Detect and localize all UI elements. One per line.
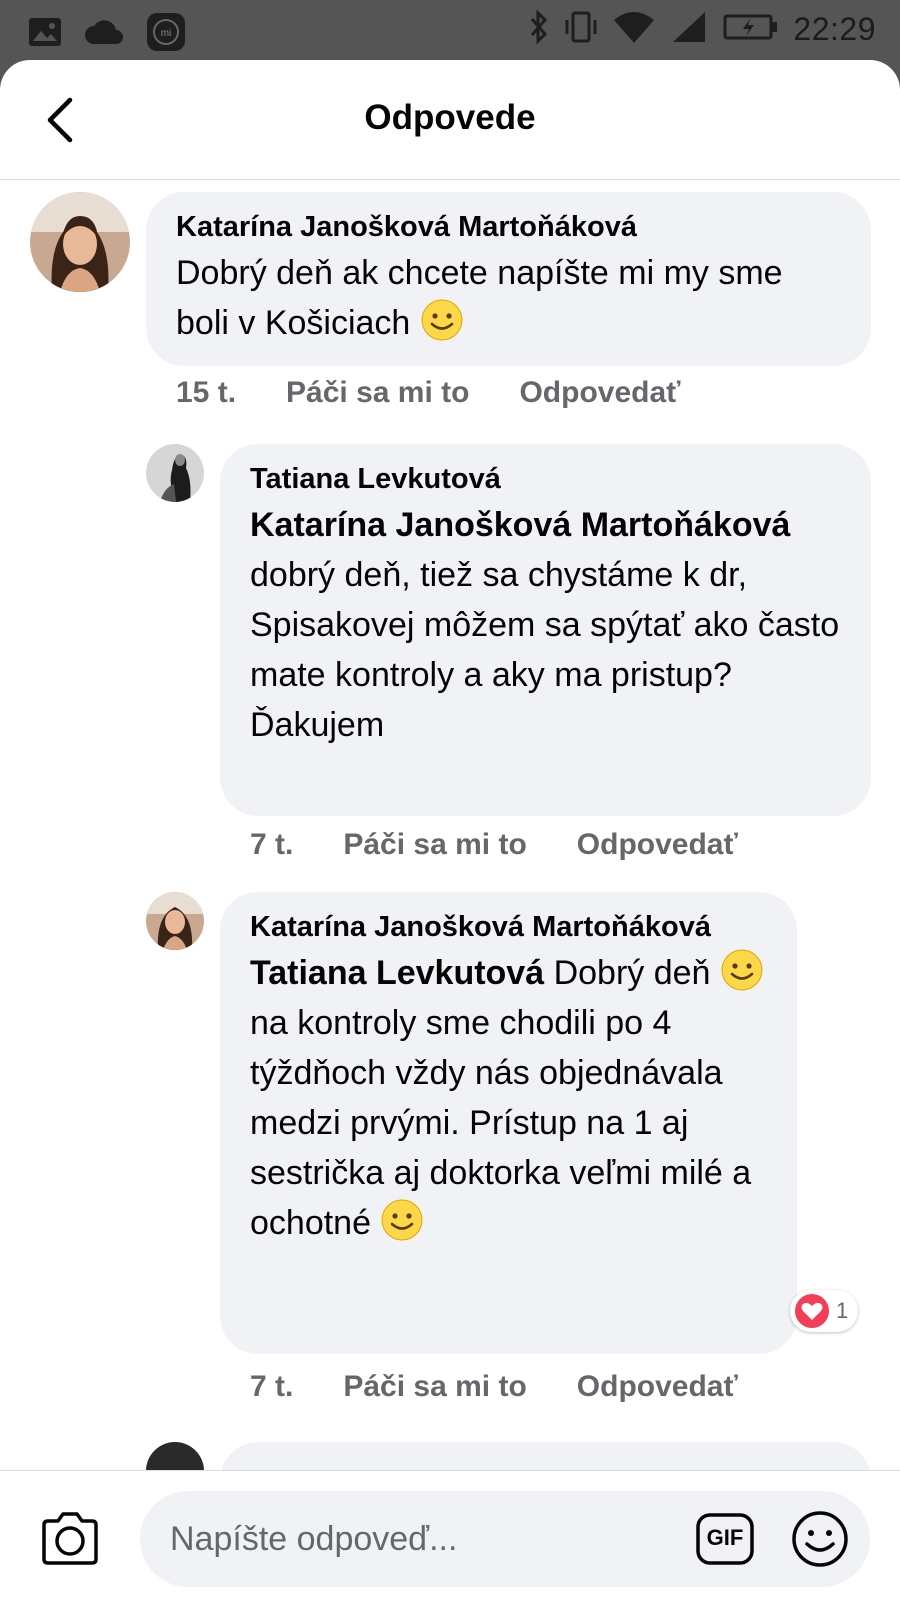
comment-text: Dobrý deň ak chcete napíšte mi my sme bo… — [176, 254, 783, 342]
comment-bubble: Katarína Janošková Martoňáková Tatiana L… — [220, 892, 797, 1354]
clock: 22:29 — [793, 11, 876, 47]
replies-sheet: Odpovede Katarína Janošková Martoňáková … — [0, 60, 900, 1600]
comment-text: Tatiana Levkutová Dobrý deň na kontroly … — [250, 948, 767, 1248]
comment-author[interactable]: Katarína Janošková Martoňáková — [250, 910, 767, 944]
emoji-button[interactable] — [790, 1509, 850, 1569]
comment-actions: 15 t. Páči sa mi to Odpovedať — [176, 376, 681, 410]
avatar[interactable] — [146, 444, 204, 502]
comment-bubble: Tatiana Levkutová Katarína Janošková Mar… — [220, 444, 871, 816]
mi-icon: mi — [146, 12, 186, 57]
mention-link[interactable]: Tatiana Levkutová — [250, 954, 544, 992]
smile-emoji-icon — [420, 298, 464, 342]
avatar[interactable] — [30, 192, 130, 292]
comment-time[interactable]: 15 t. — [176, 376, 236, 410]
mention-link[interactable]: Katarína Janošková Martoňáková — [250, 506, 790, 544]
reply-input-container: GIF — [140, 1491, 870, 1587]
page-title: Odpovede — [364, 98, 536, 137]
smiley-icon — [792, 1511, 848, 1567]
reply-button[interactable]: Odpovedať — [519, 376, 680, 410]
comment-author[interactable]: Tatiana Levkutová — [250, 462, 841, 496]
comment-time[interactable]: 7 t. — [250, 1370, 293, 1404]
header: Odpovede — [0, 60, 900, 180]
like-button[interactable]: Páči sa mi to — [343, 828, 526, 862]
svg-text:mi: mi — [161, 28, 172, 39]
comment-actions: 7 t. Páči sa mi to Odpovedať — [250, 1370, 738, 1404]
smile-emoji-icon — [720, 948, 764, 992]
bluetooth-icon — [529, 9, 549, 49]
reply-button[interactable]: Odpovedať — [577, 1370, 738, 1404]
like-button[interactable]: Páči sa mi to — [286, 376, 469, 410]
reaction-badge[interactable]: 1 — [790, 1290, 859, 1332]
comment-bubble: Katarína Janošková Martoňáková Dobrý deň… — [146, 192, 871, 366]
comment-thread[interactable]: Katarína Janošková Martoňáková Dobrý deň… — [0, 180, 900, 1470]
comment-time[interactable]: 7 t. — [250, 828, 293, 862]
comment-actions: 7 t. Páči sa mi to Odpovedať — [250, 828, 738, 862]
avatar[interactable] — [146, 892, 204, 950]
heart-icon — [795, 1294, 829, 1328]
wifi-icon — [613, 10, 655, 49]
reply-button[interactable]: Odpovedať — [577, 828, 738, 862]
gif-button[interactable]: GIF — [696, 1513, 754, 1565]
camera-icon — [42, 1512, 98, 1565]
avatar[interactable] — [146, 1442, 204, 1470]
vibrate-icon — [563, 10, 599, 49]
cloud-icon — [84, 18, 124, 51]
status-bar: mi 22:29 — [0, 0, 900, 60]
reply-input[interactable] — [170, 1491, 650, 1587]
camera-button[interactable] — [38, 1509, 102, 1569]
gallery-icon — [28, 17, 62, 52]
comment-bubble — [220, 1442, 871, 1470]
battery-icon — [723, 12, 779, 47]
reply-composer: GIF — [0, 1470, 900, 1600]
signal-icon — [669, 10, 709, 49]
reaction-count: 1 — [836, 1298, 849, 1323]
smile-emoji-icon — [380, 1198, 424, 1242]
comment-text: Katarína Janošková Martoňáková dobrý deň… — [250, 506, 840, 744]
gif-label: GIF — [706, 1525, 744, 1550]
comment-author[interactable]: Katarína Janošková Martoňáková — [176, 210, 841, 244]
like-button[interactable]: Páči sa mi to — [343, 1370, 526, 1404]
